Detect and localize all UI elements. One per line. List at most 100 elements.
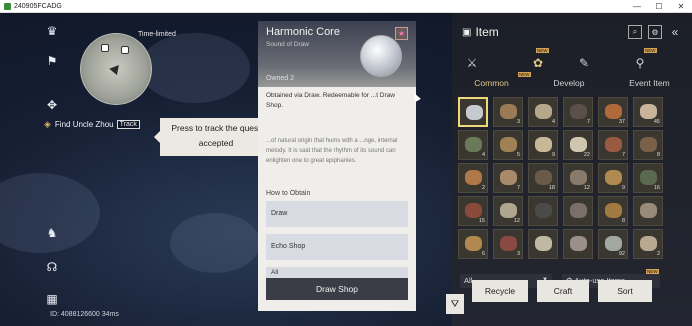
inventory-slot[interactable] — [563, 196, 593, 226]
ping-readout: 34ms — [101, 311, 119, 318]
inventory-slot[interactable]: 45 — [633, 97, 663, 127]
item-card-header: Harmonic Core Sound of Draw Owned 2 ★ — [258, 21, 416, 87]
item-icon — [570, 170, 587, 185]
item-count: 7 — [516, 185, 520, 191]
inventory-slot[interactable] — [528, 229, 558, 259]
draw-shop-button[interactable]: Draw Shop — [266, 278, 408, 300]
inventory-slot[interactable]: 12 — [563, 163, 593, 193]
source-draw[interactable]: Draw — [266, 201, 408, 227]
recycle-button[interactable]: Recycle — [472, 280, 528, 302]
inventory-slot[interactable]: 8 — [633, 130, 663, 160]
map-marker-icon — [101, 44, 109, 52]
tab-common[interactable]: Common — [474, 78, 508, 88]
item-icon — [500, 137, 517, 152]
inventory-slot[interactable]: 7 — [563, 97, 593, 127]
inventory-slot[interactable] — [528, 196, 558, 226]
inventory-slot[interactable]: 7 — [598, 130, 628, 160]
quest-name: Find Uncle Zhou — [54, 120, 114, 129]
inventory-slot[interactable]: 2 — [458, 163, 488, 193]
item-icon — [570, 137, 587, 152]
harmonic-core-icon — [360, 35, 402, 77]
item-icon — [500, 104, 517, 119]
inventory-slot[interactable]: 92 — [598, 229, 628, 259]
inventory-slot[interactable]: 9 — [528, 130, 558, 160]
item-count: 92 — [618, 251, 625, 257]
inventory-slot[interactable]: 3 — [493, 97, 523, 127]
ear-icon[interactable]: ☊ — [44, 259, 60, 275]
time-limited-label: Time-limited — [138, 31, 176, 38]
sort-button[interactable]: Sort — [598, 280, 652, 302]
item-count: 7 — [621, 152, 625, 158]
minimap[interactable] — [80, 33, 152, 105]
tab-event-item[interactable]: Event Item — [629, 78, 670, 88]
sort-filter-icon[interactable]: ⛛ — [446, 294, 464, 314]
item-owned: Owned 2 — [266, 75, 295, 82]
craft-button[interactable]: Craft — [537, 280, 589, 302]
inventory-slot[interactable]: 9 — [598, 163, 628, 193]
item-icon — [605, 137, 622, 152]
quest-tracker[interactable]: ◈ Find Uncle Zhou Track — [44, 119, 140, 130]
inventory-slot[interactable]: 4 — [528, 97, 558, 127]
quest-icon: ◈ — [44, 119, 51, 129]
item-icon — [535, 236, 552, 251]
horse-icon[interactable]: ♞ — [44, 225, 60, 241]
inventory-slot[interactable]: 2 — [633, 229, 663, 259]
source-echo-shop[interactable]: Echo Shop — [266, 234, 408, 260]
background-tree — [0, 173, 100, 253]
item-icon — [500, 170, 517, 185]
crown-icon[interactable]: ♛ — [44, 23, 60, 39]
item-icon — [465, 236, 482, 251]
inventory-slot[interactable]: 18 — [528, 163, 558, 193]
inventory-slot[interactable] — [458, 97, 488, 127]
inventory-slot[interactable]: 15 — [458, 196, 488, 226]
inventory-slot[interactable]: 4 — [458, 130, 488, 160]
app-icon — [4, 2, 11, 10]
item-count: 12 — [583, 185, 590, 191]
item-icon — [605, 170, 622, 185]
inventory-slot[interactable]: 8 — [598, 196, 628, 226]
inventory-subtabs: Common Develop Event Item — [452, 78, 692, 88]
item-count: 4 — [551, 119, 555, 125]
inventory-slot[interactable]: 22 — [563, 130, 593, 160]
category-weapons-icon[interactable]: ⚔ — [462, 53, 482, 73]
search-icon[interactable]: ⌕ — [628, 25, 642, 39]
back-arrow-icon[interactable]: « — [668, 25, 682, 39]
inventory-slot[interactable]: 5 — [493, 130, 523, 160]
bag-icon: ▣ — [462, 26, 472, 38]
tab-develop[interactable]: Develop — [553, 78, 584, 88]
category-location-icon[interactable]: ⚲ — [630, 53, 650, 73]
track-button[interactable]: Track — [116, 120, 140, 129]
background-tree — [170, 213, 260, 273]
player-id: ID: 4088126600 34ms — [50, 311, 119, 318]
category-tools-icon[interactable]: ✎ — [574, 53, 594, 73]
maximize-button[interactable]: ☐ — [648, 0, 670, 13]
inventory-slot[interactable]: 37 — [598, 97, 628, 127]
inventory-slot[interactable]: 12 — [493, 196, 523, 226]
item-count: 9 — [551, 152, 555, 158]
minimize-button[interactable]: — — [626, 0, 648, 13]
flag-icon[interactable]: ⚑ — [44, 53, 60, 69]
item-icon — [535, 137, 552, 152]
inventory-slot[interactable] — [563, 229, 593, 259]
gear-icon[interactable]: ⚙ — [648, 25, 662, 39]
favorite-star-icon[interactable]: ★ — [395, 27, 408, 40]
inventory-slot[interactable]: 16 — [633, 163, 663, 193]
item-icon — [605, 203, 622, 218]
item-count: 7 — [586, 119, 590, 125]
item-icon — [466, 105, 483, 120]
item-icon — [640, 170, 657, 185]
inventory-slot[interactable]: 3 — [493, 229, 523, 259]
inventory-slot[interactable] — [633, 196, 663, 226]
target-icon[interactable]: ✥ — [44, 97, 60, 113]
grid-menu-icon[interactable]: ▦ — [44, 291, 60, 307]
item-count: 8 — [656, 152, 660, 158]
item-grid: 3 4 7 37 45 4 5 9 22 7 8 2 7 18 12 9 16 15 12 8 6 3 92 2 — [458, 97, 680, 271]
item-count: 2 — [656, 251, 660, 257]
inventory-slot[interactable]: 6 — [458, 229, 488, 259]
item-count: 12 — [513, 218, 520, 224]
inventory-slot[interactable]: 7 — [493, 163, 523, 193]
category-common-icon[interactable]: ✿ — [528, 53, 548, 73]
item-count: 45 — [653, 119, 660, 125]
close-button[interactable]: ✕ — [670, 0, 692, 13]
item-count: 18 — [548, 185, 555, 191]
